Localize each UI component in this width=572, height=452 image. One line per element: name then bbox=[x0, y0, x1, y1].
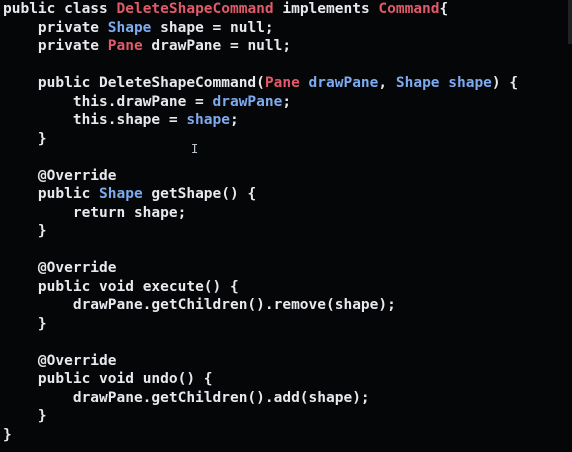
code-line[interactable]: drawPane.getChildren().add(shape); bbox=[3, 389, 569, 408]
code-token: } bbox=[3, 408, 47, 424]
code-line[interactable]: private Shape shape = null; bbox=[3, 19, 569, 38]
code-token: drawPane bbox=[299, 75, 379, 91]
code-token: ; bbox=[229, 112, 239, 128]
code-token: DeleteShapeCommand( bbox=[99, 75, 265, 91]
code-editor[interactable]: public class DeleteShapeCommand implemen… bbox=[0, 0, 572, 452]
code-token: Pane bbox=[107, 38, 143, 54]
code-line[interactable]: public void execute() { bbox=[3, 278, 569, 297]
code-token: } bbox=[3, 223, 47, 239]
code-token: public bbox=[3, 75, 100, 91]
code-token: , bbox=[378, 75, 396, 91]
code-token: Shape bbox=[107, 19, 152, 36]
code-token: { bbox=[439, 1, 449, 17]
code-token: Command bbox=[378, 1, 440, 17]
code-token: execute() { bbox=[142, 278, 239, 295]
code-token: private bbox=[3, 19, 108, 36]
code-token: Pane bbox=[264, 75, 300, 91]
code-token: drawPane bbox=[212, 93, 283, 110]
code-token: private bbox=[3, 38, 108, 54]
code-token: implements bbox=[273, 1, 379, 17]
code-line[interactable] bbox=[3, 148, 569, 167]
code-line[interactable]: } bbox=[3, 130, 569, 149]
code-token: ; bbox=[282, 93, 292, 110]
code-token: drawPane.getChildren().remove(shape); bbox=[3, 297, 396, 313]
code-line[interactable]: @Override bbox=[3, 167, 569, 186]
code-line[interactable]: this.shape = shape; bbox=[3, 111, 569, 130]
code-token: Shape bbox=[395, 75, 440, 91]
code-line[interactable]: public Shape getShape() { bbox=[3, 185, 569, 204]
text-cursor-icon: I bbox=[191, 142, 199, 156]
code-token: DeleteShapeCommand bbox=[116, 1, 274, 17]
code-line[interactable] bbox=[3, 241, 569, 260]
code-token: shape = null; bbox=[151, 19, 274, 36]
code-area[interactable]: public class DeleteShapeCommand implemen… bbox=[3, 0, 569, 444]
code-line[interactable]: private Pane drawPane = null; bbox=[3, 37, 569, 56]
code-token: undo() { bbox=[142, 371, 213, 387]
code-token: return shape; bbox=[3, 204, 187, 221]
code-token: this.drawPane = bbox=[3, 93, 213, 110]
code-token: } bbox=[3, 130, 47, 147]
code-line[interactable]: public DeleteShapeCommand(Pane drawPane,… bbox=[3, 74, 569, 93]
code-token: this.shape = bbox=[3, 112, 187, 128]
code-token: ) { bbox=[491, 75, 519, 91]
code-line[interactable]: public class DeleteShapeCommand implemen… bbox=[3, 0, 569, 19]
code-line[interactable]: return shape; bbox=[3, 204, 569, 223]
code-line[interactable] bbox=[3, 333, 569, 352]
vertical-scrollbar[interactable] bbox=[568, 0, 572, 452]
code-line[interactable]: } bbox=[3, 426, 569, 445]
code-line[interactable]: @Override bbox=[3, 259, 569, 278]
code-token: getShape() { bbox=[142, 186, 257, 202]
code-line[interactable]: public void undo() { bbox=[3, 370, 569, 389]
code-line[interactable]: drawPane.getChildren().remove(shape); bbox=[3, 296, 569, 315]
code-token: shape bbox=[439, 75, 492, 91]
code-line[interactable]: } bbox=[3, 407, 569, 426]
code-line[interactable]: } bbox=[3, 222, 569, 241]
code-token: public void bbox=[3, 278, 143, 295]
code-line[interactable]: this.drawPane = drawPane; bbox=[3, 93, 569, 112]
code-token: } bbox=[3, 315, 47, 332]
code-line[interactable]: } bbox=[3, 315, 569, 334]
code-token: drawPane = null; bbox=[142, 38, 292, 54]
code-token: shape bbox=[186, 112, 230, 128]
code-token: drawPane.getChildren().add(shape); bbox=[3, 389, 370, 406]
code-token: } bbox=[3, 426, 12, 443]
code-token: @Override bbox=[3, 352, 117, 369]
scrollbar-thumb[interactable] bbox=[568, 0, 572, 44]
code-token: public class bbox=[3, 1, 117, 17]
code-token: public void bbox=[3, 371, 143, 387]
code-line[interactable]: @Override bbox=[3, 352, 569, 371]
code-token: @Override bbox=[3, 167, 117, 184]
code-token: public bbox=[3, 186, 100, 202]
code-token: @Override bbox=[3, 260, 117, 276]
code-token: Shape bbox=[99, 186, 143, 202]
code-line[interactable] bbox=[3, 56, 569, 75]
